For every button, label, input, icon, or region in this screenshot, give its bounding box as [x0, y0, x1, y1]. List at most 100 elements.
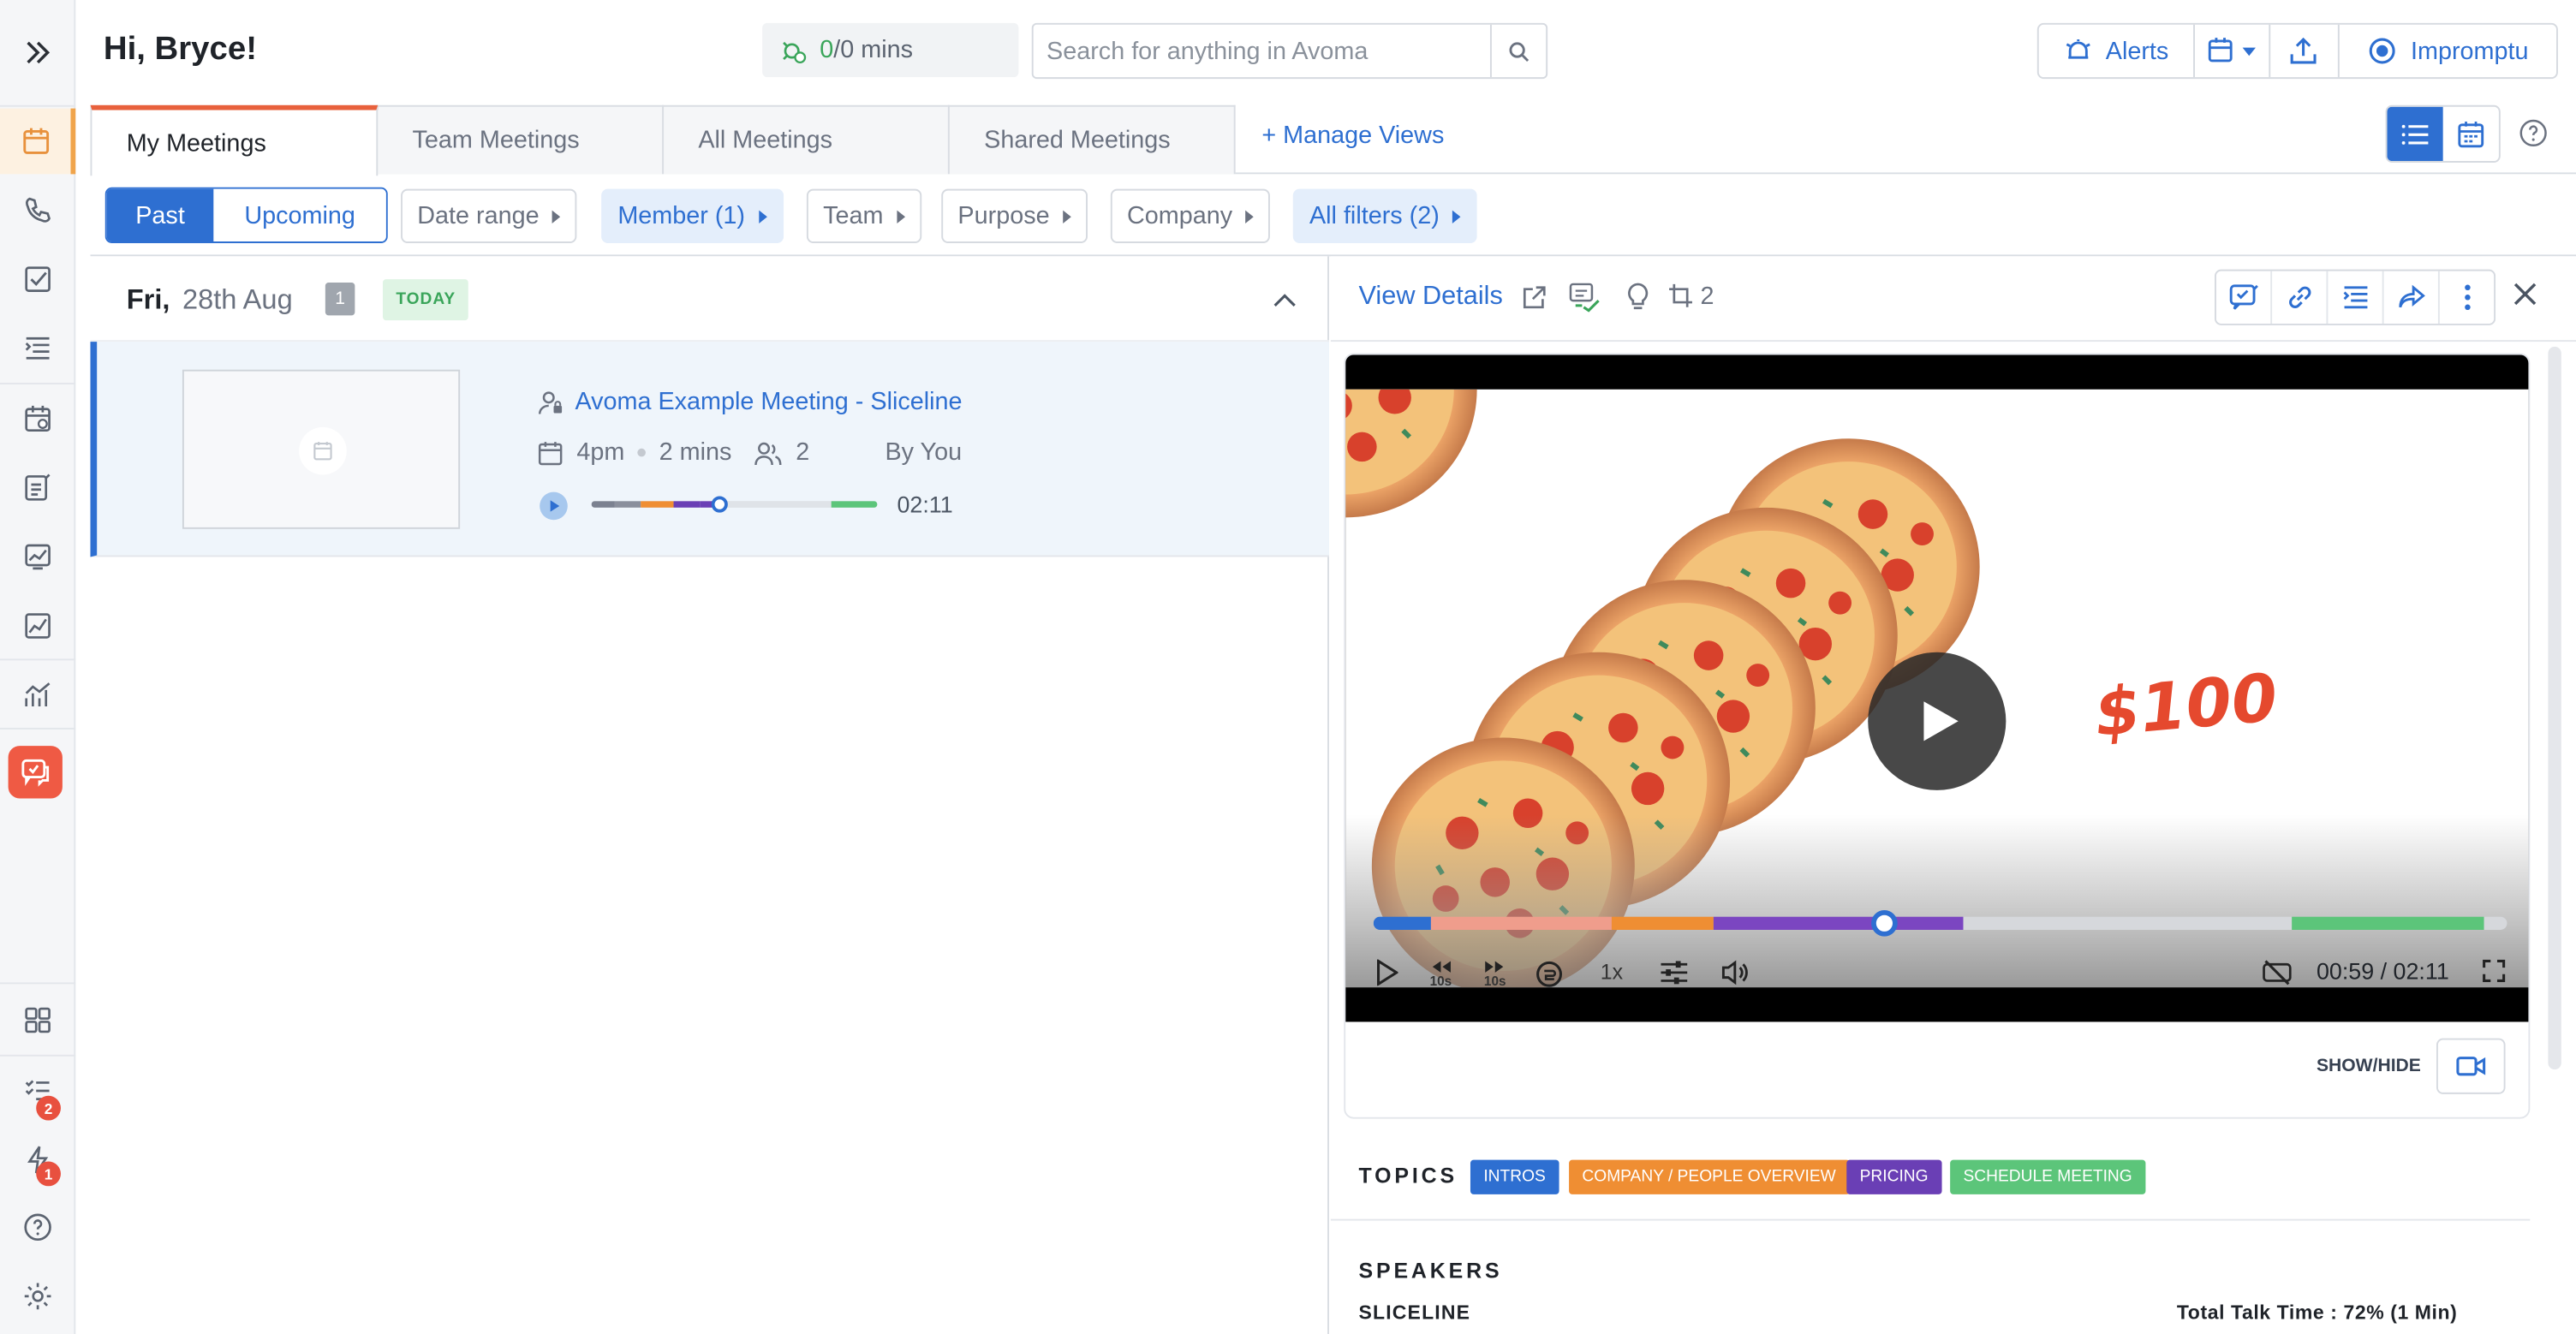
trends-icon[interactable]: [0, 662, 75, 728]
analytics-icon[interactable]: [0, 593, 75, 659]
topics-section: TOPICS INTROS COMPANY / PEOPLE OVERVIEW …: [1330, 1127, 2531, 1221]
topic-tag[interactable]: SCHEDULE MEETING: [1950, 1159, 2146, 1194]
meeting-duration: 02:11: [897, 491, 953, 518]
phone-icon[interactable]: [0, 177, 75, 243]
scheduler-icon[interactable]: [0, 386, 75, 452]
meeting-detail-pane: View Details 2 $100 10s 10s 1x 00:59 / 0…: [1330, 256, 2576, 1334]
insights-chart-icon[interactable]: [0, 524, 75, 590]
topic-tag[interactable]: PRICING: [1846, 1159, 1941, 1194]
company-label: Company: [1127, 202, 1233, 230]
team-filter[interactable]: Team: [806, 188, 921, 243]
help-question-icon[interactable]: [2519, 118, 2549, 156]
alerts-label: Alerts: [2105, 37, 2169, 65]
purpose-filter[interactable]: Purpose: [941, 188, 1088, 243]
meeting-title-link[interactable]: Avoma Example Meeting - Sliceline: [575, 388, 962, 416]
company-filter[interactable]: Company: [1110, 188, 1271, 243]
more-vertical-icon[interactable]: [2440, 271, 2494, 324]
app-root: 2 1 Hi, Bryce! 0/0 mins Alerts: [0, 0, 2576, 1334]
link-icon[interactable]: [2272, 271, 2329, 324]
meeting-thumbnail[interactable]: [182, 369, 461, 529]
lightning-icon[interactable]: [0, 1127, 75, 1193]
topic-tag[interactable]: INTROS: [1470, 1159, 1559, 1194]
scorecard-icon[interactable]: [0, 455, 75, 521]
all-filters-label: All filters (2): [1309, 202, 1440, 230]
today-badge: TODAY: [382, 279, 469, 321]
dot-separator-icon: [637, 448, 647, 457]
video-seek-knob[interactable]: [1870, 909, 1897, 937]
settings-sliders-icon[interactable]: [1658, 960, 1690, 986]
topic-tag[interactable]: COMPANY / PEOPLE OVERVIEW: [1569, 1159, 1850, 1194]
close-icon[interactable]: [2510, 279, 2540, 317]
notes-icon[interactable]: [2328, 271, 2384, 324]
meeting-row[interactable]: Avoma Example Meeting - Sliceline 4pm 2 …: [90, 342, 1329, 557]
skip-back-label: 10s: [1429, 974, 1452, 990]
fast-forward-icon: [1485, 961, 1504, 973]
external-link-icon[interactable]: [1521, 284, 1547, 319]
expand-sidebar-icon[interactable]: [0, 0, 75, 105]
upload-button[interactable]: [2269, 24, 2340, 78]
tasks-check-icon[interactable]: [0, 247, 75, 313]
tab-all-meetings[interactable]: All Meetings: [662, 104, 950, 175]
mins-used: 0: [820, 36, 834, 64]
tab-my-meetings[interactable]: My Meetings: [90, 104, 379, 176]
video-time: 00:59 / 02:11: [2316, 957, 2449, 985]
view-details-link[interactable]: View Details: [1359, 283, 1503, 313]
tab-team-meetings[interactable]: Team Meetings: [376, 104, 665, 175]
crop-clip-icon[interactable]: [1667, 283, 1694, 317]
impromptu-button[interactable]: Impromptu: [2340, 25, 2556, 77]
playback-speed-button[interactable]: 1x: [1592, 960, 1631, 985]
alerts-button[interactable]: Alerts: [2039, 24, 2195, 78]
comment-icon[interactable]: [2216, 271, 2273, 324]
impromptu-label: Impromptu: [2410, 37, 2529, 65]
calendar-view-icon[interactable]: [2443, 107, 2499, 161]
upcoming-button[interactable]: Upcoming: [213, 188, 386, 242]
settings-gear-icon[interactable]: [0, 1263, 75, 1329]
mins-usage[interactable]: 0/0 mins: [762, 22, 1019, 78]
tasks-badge: 2: [36, 1095, 61, 1121]
skip-back-button[interactable]: 10s: [1424, 960, 1457, 990]
past-button[interactable]: Past: [106, 188, 214, 242]
search-input[interactable]: [1033, 24, 1490, 78]
video-player[interactable]: $100 10s 10s 1x 00:59 / 02:11 SHOW/HIDE: [1344, 353, 2531, 1119]
rewind-icon: [1432, 961, 1451, 973]
play-circle-icon[interactable]: [539, 491, 569, 529]
meetings-calendar-icon[interactable]: [0, 108, 76, 175]
speaker-name: SLICELINE: [1358, 1301, 1471, 1325]
detail-toolbar: View Details 2: [1330, 256, 2576, 342]
meeting-progress-bar[interactable]: [591, 496, 878, 513]
schedule-dropdown-button[interactable]: [2194, 24, 2270, 78]
day-group-header[interactable]: Fri, 28th Aug 1 TODAY: [90, 256, 1329, 342]
search-box: [1031, 22, 1548, 80]
video-seek-bar[interactable]: [1373, 916, 2507, 930]
lightbulb-icon[interactable]: [1625, 283, 1651, 320]
transcript-verified-icon[interactable]: [1567, 281, 1603, 322]
skip-silence-icon[interactable]: [1533, 960, 1565, 990]
show-hide-label: SHOW/HIDE: [2316, 1056, 2421, 1076]
detail-scrollbar[interactable]: [2548, 346, 2561, 1070]
search-icon: [1509, 41, 1530, 62]
date-range-filter[interactable]: Date range: [401, 188, 577, 243]
manage-views-link[interactable]: + Manage Views: [1261, 122, 1444, 150]
past-upcoming-toggle: Past Upcoming: [104, 187, 388, 243]
help-icon[interactable]: [0, 1194, 75, 1260]
progress-knob[interactable]: [712, 496, 729, 513]
meeting-tabs: My Meetings Team Meetings All Meetings S…: [90, 104, 2576, 176]
share-icon[interactable]: [2384, 271, 2440, 324]
conversations-icon[interactable]: [8, 746, 63, 799]
apps-grid-icon[interactable]: [0, 987, 75, 1053]
volume-icon[interactable]: [1717, 960, 1753, 986]
captions-off-icon[interactable]: [2259, 960, 2295, 986]
play-icon[interactable]: [1372, 959, 1402, 986]
chevron-up-icon[interactable]: [1273, 288, 1297, 318]
tab-shared-meetings[interactable]: Shared Meetings: [947, 104, 1236, 175]
fullscreen-icon[interactable]: [2479, 959, 2509, 983]
all-filters-button[interactable]: All filters (2): [1292, 188, 1478, 243]
skip-forward-button[interactable]: 10s: [1479, 960, 1512, 989]
search-button[interactable]: [1489, 24, 1546, 78]
member-filter[interactable]: Member (1): [601, 188, 784, 243]
video-camera-toggle[interactable]: [2436, 1038, 2506, 1094]
notes-list-icon[interactable]: [0, 313, 75, 379]
list-view-icon[interactable]: [2387, 106, 2443, 162]
big-play-icon[interactable]: [1868, 652, 2007, 790]
video-camera-icon: [2456, 1057, 2486, 1076]
